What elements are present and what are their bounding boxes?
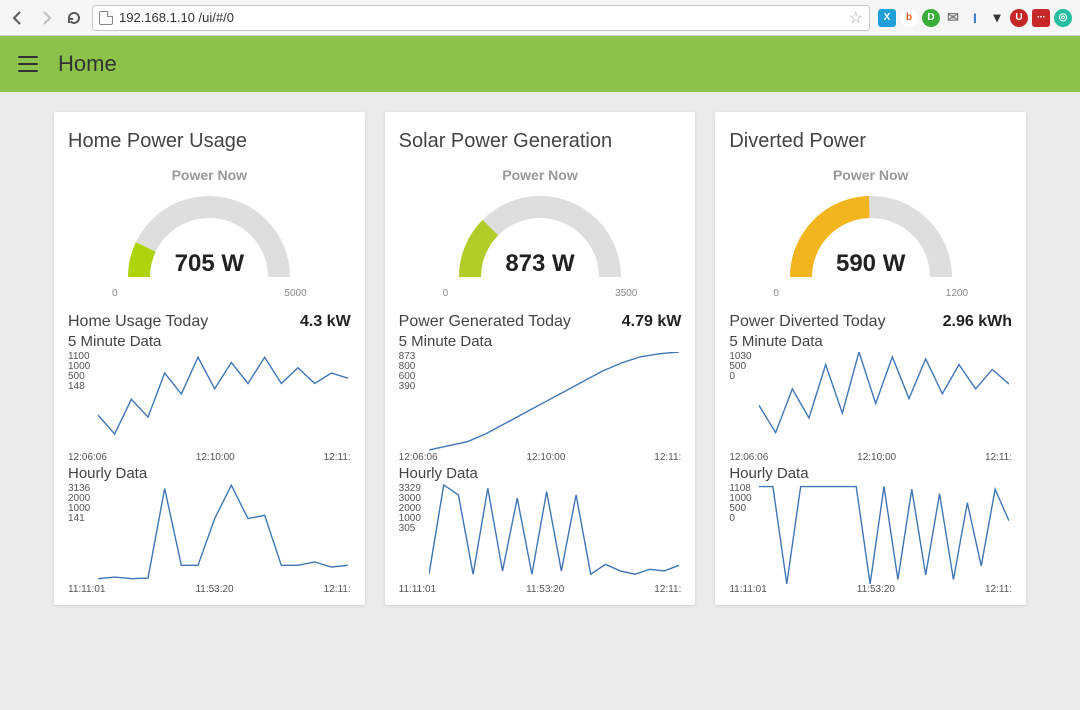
extension-icon[interactable]: ▾ [988, 9, 1006, 27]
extension-icon[interactable]: ∙∙∙ [1032, 9, 1050, 27]
five-min-label: 5 Minute Data [399, 333, 682, 350]
card-title: Solar Power Generation [399, 130, 682, 153]
today-value: 4.79 kW [622, 313, 682, 331]
today-stat: Home Usage Today 4.3 kW [68, 313, 351, 331]
five-min-chart: 11001000500148 12:06:0612:10:0012:11: [68, 352, 351, 463]
five-min-label: 5 Minute Data [729, 333, 1012, 350]
hourly-label: Hourly Data [68, 465, 351, 482]
hourly-chart: 3329300020001000305 11:11:0111:53:2012:1… [399, 484, 682, 595]
card-title: Diverted Power [729, 130, 1012, 153]
hourly-label: Hourly Data [399, 465, 682, 482]
gauge: 705 W [68, 187, 351, 292]
dashboard-content: Home Power Usage Power Now 705 W 05000 H… [0, 92, 1080, 625]
gauge-value: 590 W [729, 250, 1012, 278]
reload-button[interactable] [64, 8, 84, 28]
extension-icon[interactable]: b [900, 9, 918, 27]
gauge-label: Power Now [399, 167, 682, 183]
card-title: Home Power Usage [68, 130, 351, 153]
today-value: 2.96 kWh [943, 313, 1012, 331]
page-title: Home [58, 51, 117, 77]
browser-toolbar: 192.168.1.10 /ui/#/0 ☆ XbD✉I▾U∙∙∙◎ [0, 0, 1080, 36]
menu-button[interactable] [18, 56, 38, 72]
forward-button[interactable] [36, 8, 56, 28]
today-stat: Power Diverted Today 2.96 kWh [729, 313, 1012, 331]
hourly-chart: 313620001000141 11:11:0111:53:2012:11: [68, 484, 351, 595]
dashboard-card: Home Power Usage Power Now 705 W 05000 H… [54, 112, 365, 605]
page-icon [99, 11, 113, 25]
today-value: 4.3 kW [300, 313, 351, 331]
extension-icon[interactable]: I [966, 9, 984, 27]
five-min-chart: 10305000 12:06:0612:10:0012:11: [729, 352, 1012, 463]
today-label: Power Generated Today [399, 313, 571, 331]
hourly-label: Hourly Data [729, 465, 1012, 482]
gauge-value: 705 W [68, 250, 351, 278]
dashboard-card: Diverted Power Power Now 590 W 01200 Pow… [715, 112, 1026, 605]
extension-icon[interactable]: D [922, 9, 940, 27]
gauge-label: Power Now [68, 167, 351, 183]
app-header: Home [0, 36, 1080, 92]
url-text: 192.168.1.10 /ui/#/0 [119, 10, 234, 25]
gauge-label: Power Now [729, 167, 1012, 183]
today-stat: Power Generated Today 4.79 kW [399, 313, 682, 331]
extensions-area: XbD✉I▾U∙∙∙◎ [878, 9, 1072, 27]
gauge-value: 873 W [399, 250, 682, 278]
five-min-chart: 873800600390 12:06:0612:10:0012:11: [399, 352, 682, 463]
extension-icon[interactable]: ◎ [1054, 9, 1072, 27]
gauge: 873 W [399, 187, 682, 292]
hourly-chart: 110810005000 11:11:0111:53:2012:11: [729, 484, 1012, 595]
address-bar[interactable]: 192.168.1.10 /ui/#/0 ☆ [92, 5, 870, 31]
extension-icon[interactable]: X [878, 9, 896, 27]
extension-icon[interactable]: ✉ [944, 9, 962, 27]
extension-icon[interactable]: U [1010, 9, 1028, 27]
five-min-label: 5 Minute Data [68, 333, 351, 350]
today-label: Home Usage Today [68, 313, 208, 331]
bookmark-star-icon[interactable]: ☆ [849, 8, 863, 28]
back-button[interactable] [8, 8, 28, 28]
dashboard-card: Solar Power Generation Power Now 873 W 0… [385, 112, 696, 605]
today-label: Power Diverted Today [729, 313, 885, 331]
gauge: 590 W [729, 187, 1012, 292]
